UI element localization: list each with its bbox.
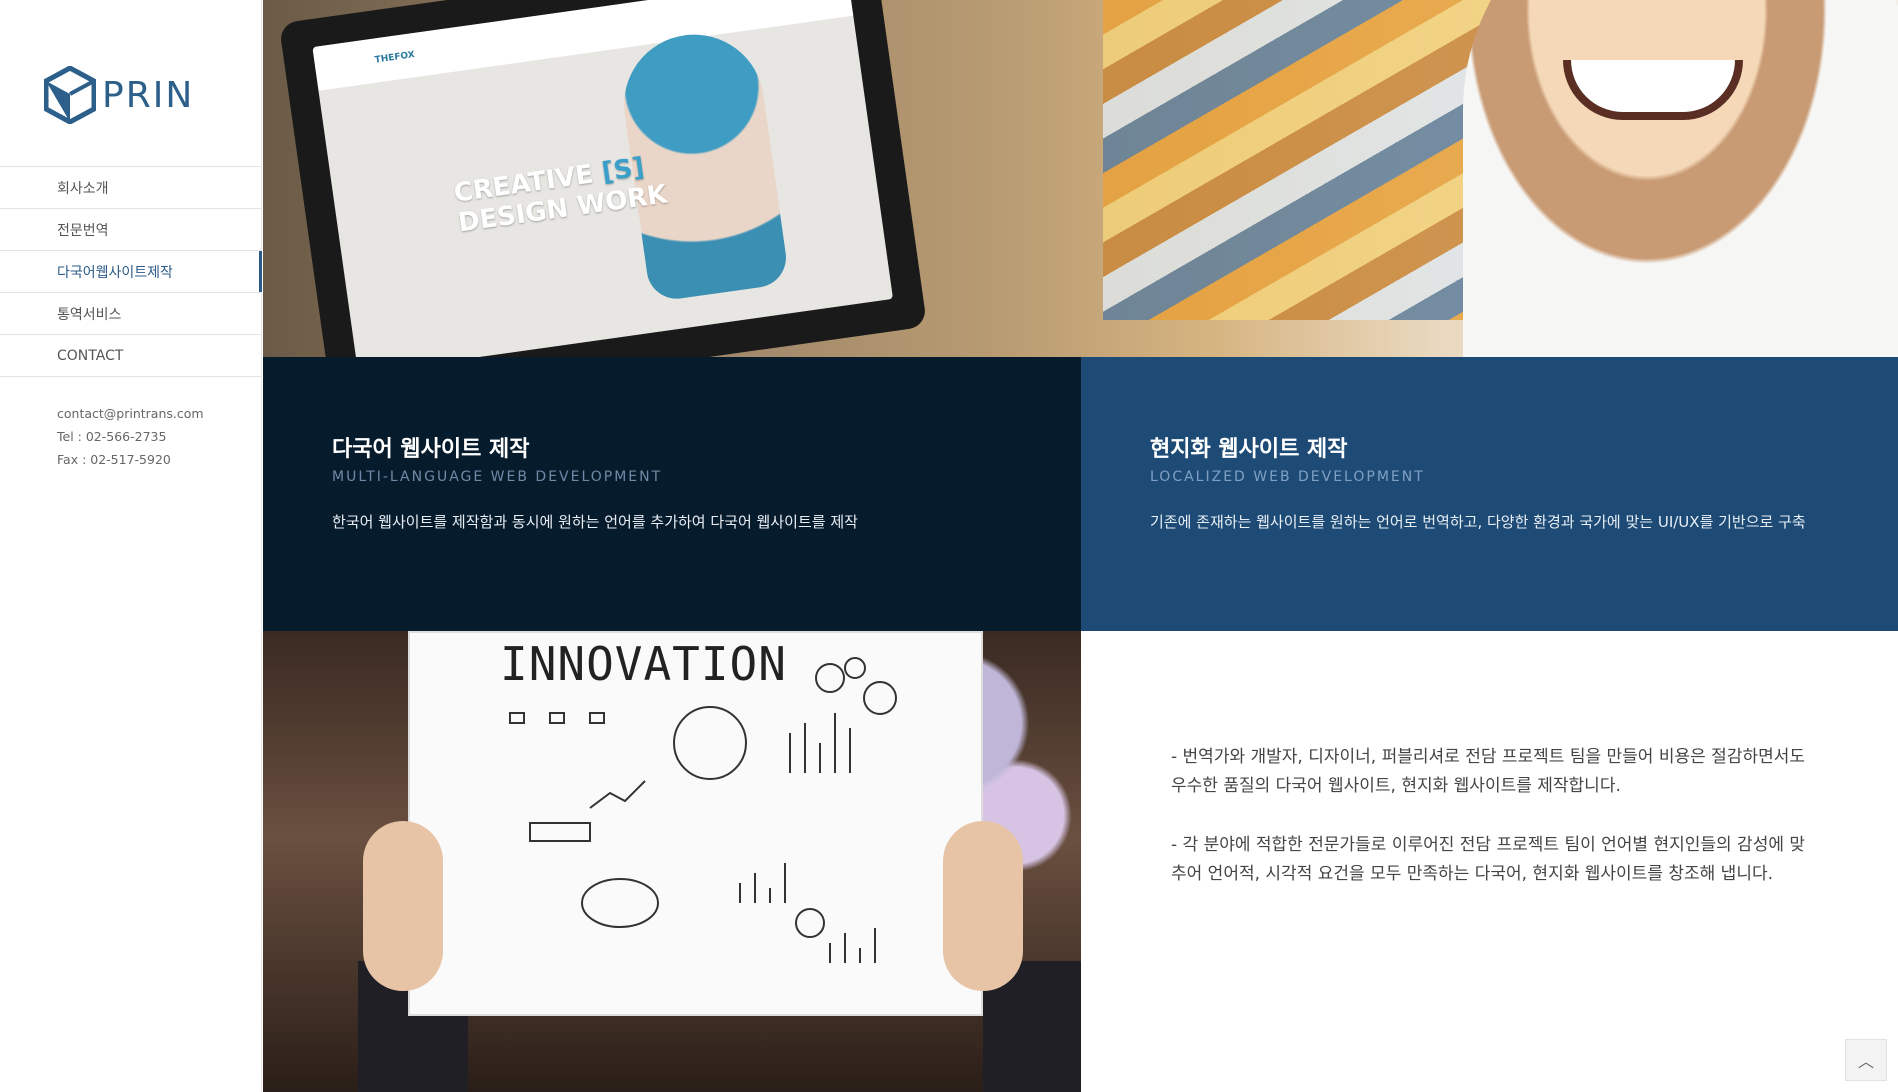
localized-web-subtitle: LOCALIZED WEB DEVELOPMENT	[1150, 469, 1425, 485]
contact-tel: Tel : 02-566-2735	[57, 429, 167, 444]
contact-info: contact@printrans.com Tel : 02-566-2735 …	[57, 402, 204, 471]
laptop: THEFOX CREATIVE [S] DESIGN WORK	[278, 0, 928, 357]
contact-email[interactable]: contact@printrans.com	[57, 402, 204, 425]
globe-sketch	[673, 706, 747, 780]
trend-arrow-sketch	[589, 780, 646, 809]
nav-item-contact[interactable]: CONTACT	[0, 335, 262, 377]
localized-web-title: 현지화 웹사이트 제작	[1150, 437, 1348, 462]
bar-chart-sketch-1	[789, 713, 851, 773]
sidebar: PRIN 회사소개 전문번역 다국어웹사이트제작 통역서비스 CONTACT c…	[0, 0, 262, 1092]
feature-paragraph-1: - 번역가와 개발자, 디자이너, 퍼블리셔로 전담 프로젝트 팀을 만들어 비…	[1171, 747, 1806, 796]
hero-image: THEFOX CREATIVE [S] DESIGN WORK	[263, 0, 1898, 357]
feature-text: - 번역가와 개발자, 디자이너, 퍼블리셔로 전담 프로젝트 팀을 만들어 비…	[1171, 743, 1811, 919]
innovation-board: INNOVATION	[408, 631, 983, 1016]
bar-chart-sketch-2	[739, 863, 786, 903]
multilingual-web-title: 다국어 웹사이트 제작	[332, 437, 530, 462]
multilingual-web-block: 다국어 웹사이트 제작 MULTI-LANGUAGE WEB DEVELOPME…	[263, 357, 1081, 631]
idea-cloud-sketch	[581, 878, 659, 928]
logo-text: PRIN	[102, 74, 195, 116]
nav-item-translation[interactable]: 전문번역	[0, 209, 262, 251]
nav-item-multilingual-web[interactable]: 다국어웹사이트제작	[0, 251, 262, 293]
left-hand	[363, 821, 443, 991]
gear-sketch-1	[815, 663, 845, 693]
logo[interactable]: PRIN	[44, 66, 194, 124]
business-plan-sketch	[529, 822, 591, 842]
flowchart-sketch-1	[509, 712, 525, 724]
nav-item-company[interactable]: 회사소개	[0, 167, 262, 209]
multilingual-web-subtitle: MULTI-LANGUAGE WEB DEVELOPMENT	[332, 469, 663, 485]
logo-cube-icon	[44, 66, 96, 124]
contact-fax: Fax : 02-517-5920	[57, 452, 171, 467]
hero-background-art	[1103, 0, 1523, 320]
bar-chart-sketch-3	[829, 928, 876, 963]
scroll-top-button[interactable]: ︿	[1845, 1039, 1887, 1081]
laptop-screen-headline: CREATIVE [S] DESIGN WORK	[452, 150, 669, 238]
innovation-sketches	[509, 657, 897, 963]
localized-web-description: 기존에 존재하는 웹사이트를 원하는 언어로 번역하고, 다양한 환경과 국가에…	[1150, 513, 1806, 531]
flowchart-sketch-2	[549, 712, 565, 724]
multilingual-web-description: 한국어 웹사이트를 제작함과 동시에 원하는 언어를 추가하여 다국어 웹사이트…	[332, 513, 858, 531]
hero-person	[1463, 0, 1898, 357]
main-nav: 회사소개 전문번역 다국어웹사이트제작 통역서비스 CONTACT	[0, 166, 262, 377]
localized-web-block: 현지화 웹사이트 제작 LOCALIZED WEB DEVELOPMENT 기존…	[1081, 357, 1898, 631]
chevron-up-icon: ︿	[1857, 1052, 1874, 1071]
nav-item-interpretation[interactable]: 통역서비스	[0, 293, 262, 335]
right-hand	[943, 821, 1023, 991]
pie-sketch	[795, 908, 825, 938]
flowchart-sketch-3	[589, 712, 605, 724]
gear-sketch-2	[844, 657, 866, 679]
feature-paragraph-2: - 각 분야에 적합한 전문가들로 이루어진 전담 프로젝트 팀이 언어별 현지…	[1171, 835, 1806, 884]
laptop-screen-brand: THEFOX	[312, 0, 854, 91]
gear-sketch-3	[863, 681, 897, 715]
laptop-screen: THEFOX CREATIVE [S] DESIGN WORK	[312, 0, 894, 357]
innovation-image: INNOVATION	[263, 631, 1081, 1092]
